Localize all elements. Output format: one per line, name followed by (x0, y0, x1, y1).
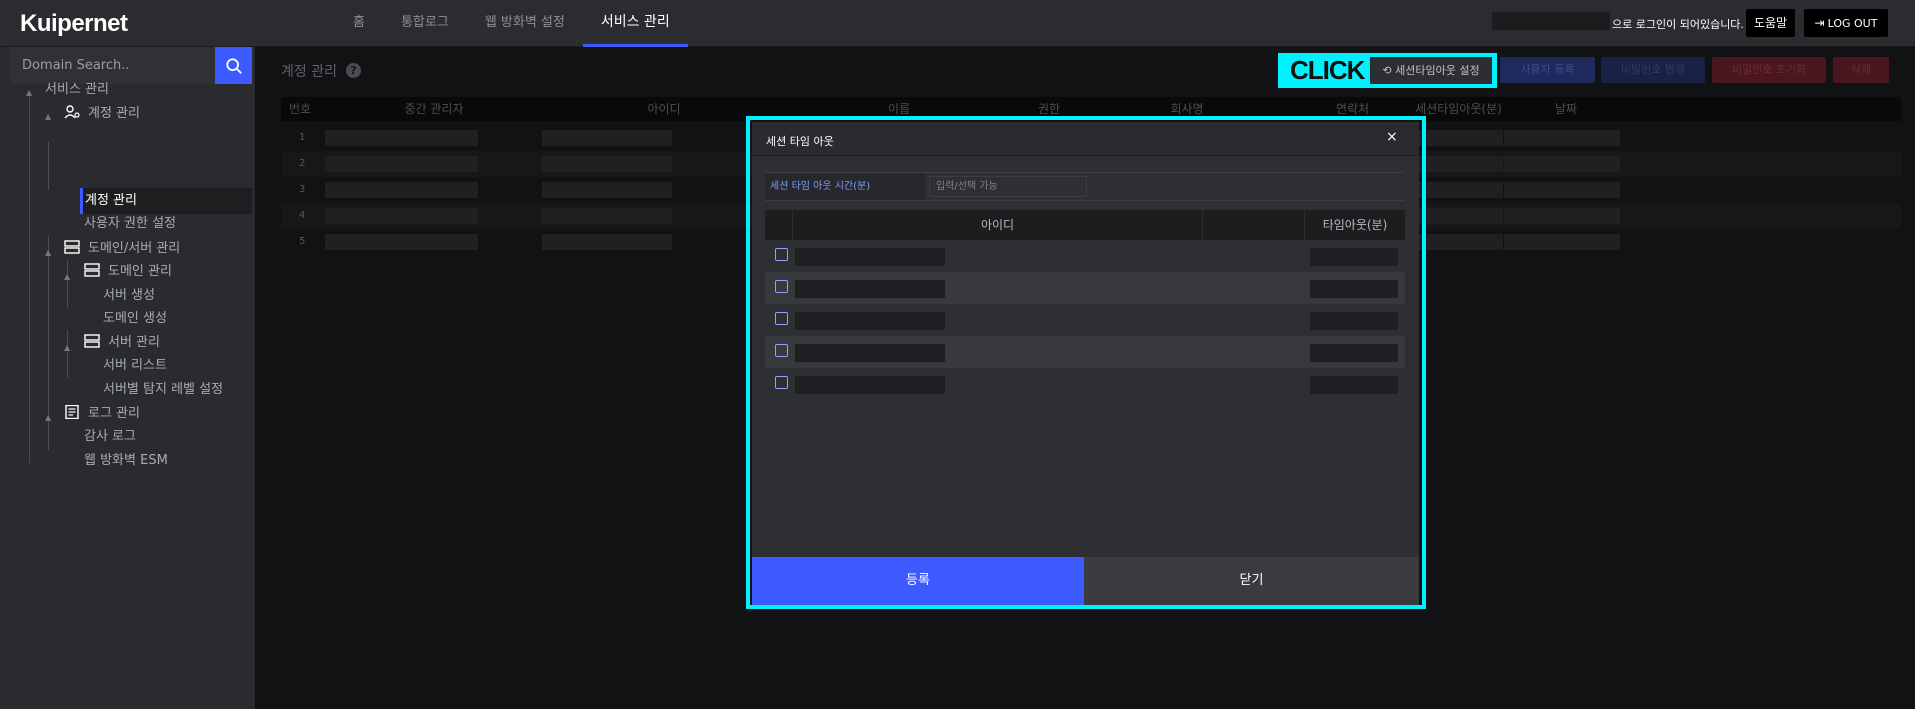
nav-integrated-log[interactable]: 통합로그 (383, 0, 467, 47)
row-number: 3 (299, 184, 306, 195)
nav-service-management[interactable]: 서비스 관리 (582, 0, 688, 47)
row-number: 1 (299, 132, 306, 143)
help-button[interactable]: 도움말 (1746, 9, 1795, 37)
close-icon[interactable]: × (1386, 129, 1398, 145)
th-id: 아이디 (647, 102, 681, 116)
modal-table-row (765, 240, 1405, 272)
logout-button[interactable]: ⇥ LOG OUT (1804, 9, 1888, 37)
tree-waf-esm[interactable]: 웹 방화벽 ESM (84, 448, 168, 474)
modal-table-header: 아이디 타임아웃(분) (765, 210, 1405, 240)
document-icon (65, 405, 79, 419)
question-icon[interactable]: ? (346, 63, 361, 78)
modal-table-row (765, 272, 1405, 304)
row-number: 2 (299, 158, 306, 169)
tree-label: 도메인 관리 (108, 264, 172, 279)
tree-domain-management[interactable]: 도메인 관리 (84, 259, 172, 285)
history-icon: ⟲ (1382, 64, 1392, 77)
tree-label: 도메인/서버 관리 (88, 241, 181, 256)
page-title: 계정 관리 (281, 64, 337, 80)
row-number: 5 (299, 236, 306, 247)
modal-table-row (765, 368, 1405, 400)
close-button[interactable]: 닫기 (1084, 557, 1419, 605)
tree-audit-log[interactable]: 감사 로그 (84, 424, 136, 450)
register-button[interactable]: 등록 (752, 557, 1084, 605)
row-checkbox[interactable] (775, 376, 788, 389)
tree-label: 서버 관리 (108, 335, 160, 350)
sidebar: ▲ 서비스 관리 ▲ 계정 관리 계정 관리 사용자 권한 설정 ▲ 도메인/서… (0, 47, 255, 709)
modal-header: 세션 타임 아웃 × (752, 122, 1419, 156)
row-number: 4 (299, 210, 306, 221)
main-nav: 홈 통합로그 웹 방화벽 설정 서비스 관리 (335, 0, 688, 47)
timeout-field-row: 세션 타임 아웃 시간(분) (765, 172, 1405, 201)
row-checkbox[interactable] (775, 312, 788, 325)
logout-icon: ⇥ (1814, 16, 1825, 30)
login-status-text: 으로 로그인이 되어있습니다. (1612, 18, 1744, 31)
change-password-button[interactable]: 비밀번호 변경 (1601, 57, 1705, 83)
search-button[interactable] (215, 47, 252, 84)
server-icon (64, 240, 80, 254)
server-icon (84, 334, 100, 348)
tree-server-detection-level[interactable]: 서버별 탐지 레벨 설정 (103, 377, 223, 403)
th-date: 날짜 (1554, 102, 1578, 116)
row-checkbox[interactable] (775, 280, 788, 293)
session-timeout-settings-button[interactable]: ⟲ 세션타임아웃 설정 (1370, 57, 1492, 84)
timeout-field-label: 세션 타임 아웃 시간(분) (765, 173, 925, 200)
top-bar: Kuipernet 홈 통합로그 웹 방화벽 설정 서비스 관리 으로 로그인이… (0, 0, 1915, 47)
add-user-button[interactable]: 사용자 등록 (1500, 57, 1595, 83)
tree-domain-create[interactable]: 도메인 생성 (103, 306, 167, 332)
row-checkbox[interactable] (775, 344, 788, 357)
tree-service-management[interactable]: 서비스 관리 (45, 77, 109, 103)
modal-title: 세션 타임 아웃 (766, 135, 834, 148)
tree-server-list[interactable]: 서버 리스트 (103, 353, 167, 379)
th-timeout-minutes: 타임아웃(분) (1304, 210, 1405, 240)
tree-account-management-group[interactable]: 계정 관리 (64, 101, 140, 127)
app-logo[interactable]: Kuipernet (20, 10, 128, 38)
delete-button[interactable]: 삭제 (1833, 57, 1889, 83)
modal-table-row (765, 336, 1405, 368)
domain-search-input[interactable] (10, 47, 215, 84)
click-annotation-label: CLICK (1290, 55, 1365, 85)
search-icon (225, 57, 242, 74)
th-middle-admin: 중간 관리자 (404, 102, 464, 116)
tree-user-permission-settings[interactable]: 사용자 권한 설정 (84, 211, 176, 237)
timeout-minutes-input[interactable] (929, 176, 1087, 197)
reset-password-button[interactable]: 비밀번호 초기화 (1712, 57, 1826, 83)
modal-table-row (765, 304, 1405, 336)
row-checkbox[interactable] (775, 248, 788, 261)
logout-label: LOG OUT (1827, 17, 1878, 30)
user-gear-icon (64, 105, 80, 119)
tree-label: 계정 관리 (88, 106, 140, 121)
tree-label: 로그 관리 (88, 406, 140, 421)
logged-in-user-name (1492, 12, 1610, 30)
nav-home[interactable]: 홈 (335, 0, 383, 47)
session-timeout-label: 세션타임아웃 설정 (1395, 64, 1480, 77)
nav-waf-settings[interactable]: 웹 방화벽 설정 (467, 0, 583, 47)
th-number: 번호 (288, 102, 312, 116)
th-select (765, 210, 793, 240)
th-user-id: 아이디 (793, 210, 1203, 240)
session-timeout-modal: 세션 타임 아웃 × 세션 타임 아웃 시간(분) 아이디 타임아웃(분) 등록… (752, 122, 1419, 605)
server-icon (84, 263, 100, 277)
